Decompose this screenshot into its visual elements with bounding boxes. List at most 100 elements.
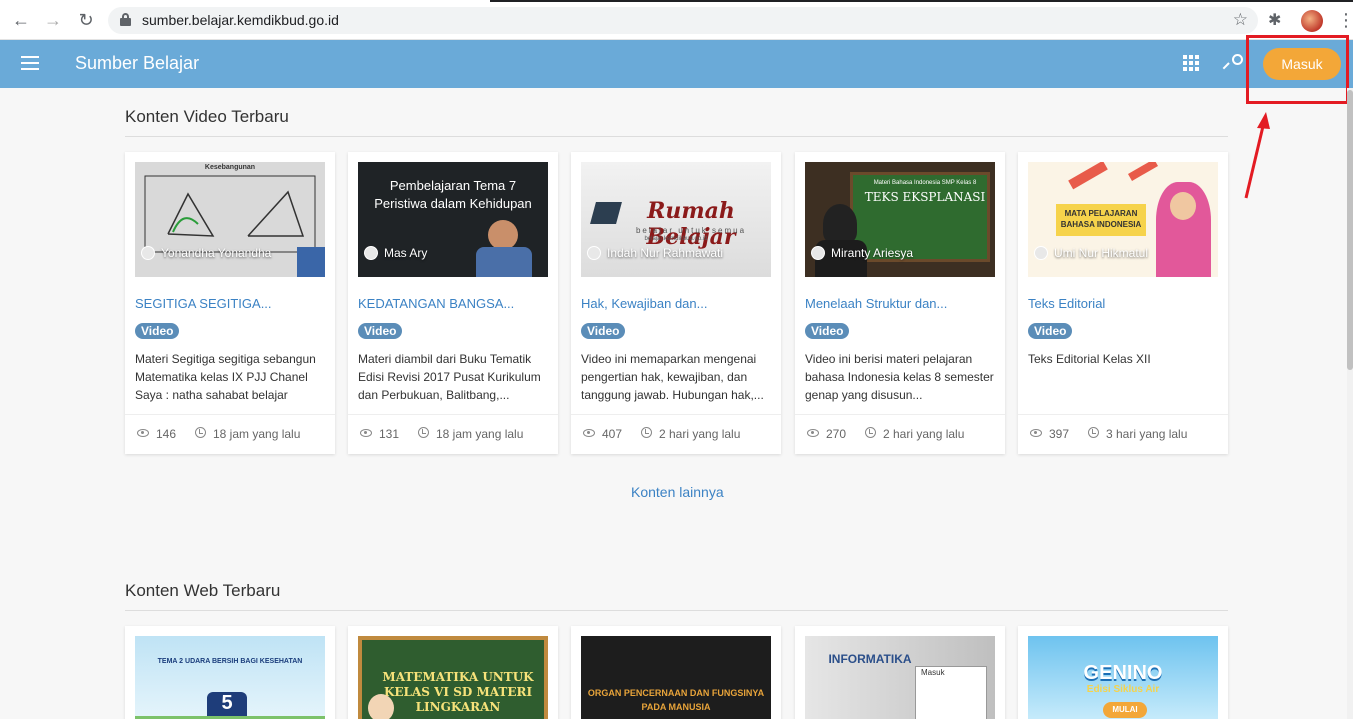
thumb-start-button: MULAI: [1103, 702, 1147, 718]
thumb-number: 5: [221, 692, 233, 714]
view-count: 407: [602, 427, 623, 441]
scrollbar-thumb[interactable]: [1347, 90, 1353, 370]
web-card[interactable]: INFORMATIKA Masuk: [795, 626, 1005, 719]
video-card[interactable]: Materi Bahasa Indonesia SMP Kelas 8 TEKS…: [795, 152, 1005, 454]
author-avatar: [811, 246, 825, 260]
content-type-badge: Video: [805, 323, 850, 339]
site-brand[interactable]: Sumber Belajar: [75, 53, 199, 74]
web-card[interactable]: GENINO Edisi Siklus Air MULAI: [1018, 626, 1228, 719]
extensions-icon[interactable]: ✱: [1268, 10, 1281, 30]
lock-icon[interactable]: [120, 13, 131, 26]
annotation-arrow: [1244, 112, 1270, 199]
video-card[interactable]: Rumah Belajar belajar untuk semua belaja…: [571, 152, 781, 454]
web-card[interactable]: ORGAN PENCERNAAN DAN FUNGSINYA PADA MANU…: [571, 626, 781, 719]
clock-icon: [195, 427, 206, 438]
profile-avatar[interactable]: [1301, 10, 1323, 32]
video-thumbnail[interactable]: Pembelajaran Tema 7 Peristiwa dalam Kehi…: [358, 162, 548, 277]
reload-icon[interactable]: ↻: [76, 10, 96, 30]
web-thumbnail[interactable]: TEMA 2 UDARA BERSIH BAGI KESEHATAN 5: [135, 636, 325, 719]
eye-icon: [807, 429, 819, 437]
thumb-subheading: belajar untuk semua: [635, 226, 747, 235]
thumb-heading: Pembelajaran Tema 7 Peristiwa dalam Kehi…: [374, 178, 532, 211]
eye-icon: [137, 429, 149, 437]
video-description: Video ini memaparkan mengenai pengertian…: [581, 352, 764, 402]
content-type-badge: Video: [1028, 323, 1073, 339]
video-thumbnail[interactable]: Rumah Belajar belajar untuk semua belaja…: [581, 162, 771, 277]
video-description: Video ini berisi materi pelajaran bahasa…: [805, 352, 994, 402]
video-title[interactable]: Teks Editorial: [1028, 296, 1105, 311]
browser-menu-icon[interactable]: ⋮: [1337, 8, 1353, 32]
author-avatar: [141, 246, 155, 260]
author-avatar: [1034, 246, 1048, 260]
card-footer: 407 2 hari yang lalu: [571, 414, 781, 454]
video-card[interactable]: Pembelajaran Tema 7 Peristiwa dalam Kehi…: [348, 152, 558, 454]
web-thumbnail[interactable]: GENINO Edisi Siklus Air MULAI: [1028, 636, 1218, 719]
search-icon[interactable]: [1222, 54, 1243, 72]
video-card[interactable]: Kesebangunan Yonandha Yonandha SEGITIGA …: [125, 152, 335, 454]
video-thumbnail[interactable]: Kesebangunan Yonandha Yonandha: [135, 162, 325, 277]
view-count: 131: [379, 427, 400, 441]
section-divider: [125, 136, 1228, 137]
clock-icon: [418, 427, 429, 438]
author-avatar: [364, 246, 378, 260]
author-avatar: [587, 246, 601, 260]
content-type-badge: Video: [358, 323, 403, 339]
thumb-heading: MATA PELAJARAN BAHASA INDONESIA: [1060, 209, 1142, 229]
video-section-title: Konten Video Terbaru: [125, 107, 289, 126]
card-footer: 146 18 jam yang lalu: [125, 414, 335, 454]
bookmark-star-icon[interactable]: ☆: [1233, 10, 1248, 30]
web-card[interactable]: MATEMATIKA UNTUK KELAS VI SD MATERI LING…: [348, 626, 558, 719]
video-title[interactable]: SEGITIGA SEGITIGA...: [135, 296, 272, 311]
clock-icon: [1088, 427, 1099, 438]
url-text[interactable]: sumber.belajar.kemdikbud.go.id: [142, 12, 339, 28]
posted-time: 3 hari yang lalu: [1106, 427, 1188, 441]
thumb-heading: Kesebangunan: [204, 164, 256, 171]
forward-icon[interactable]: →: [43, 10, 63, 30]
web-card[interactable]: TEMA 2 UDARA BERSIH BAGI KESEHATAN 5: [125, 626, 335, 719]
app-header: Sumber Belajar Masuk: [0, 40, 1353, 88]
annotation-highlight-box: [1246, 35, 1349, 104]
posted-time: 2 hari yang lalu: [659, 427, 741, 441]
browser-toolbar: ← → ↻ sumber.belajar.kemdikbud.go.id ☆ ✱…: [0, 0, 1353, 40]
apps-grid-icon[interactable]: [1183, 55, 1199, 71]
more-content-link[interactable]: Konten lainnya: [631, 484, 724, 500]
posted-time: 18 jam yang lalu: [213, 427, 301, 441]
video-author: Yonandha Yonandha: [135, 246, 325, 260]
thumb-heading: TEKS EKSPLANASI: [864, 190, 986, 204]
posted-time: 2 hari yang lalu: [883, 427, 965, 441]
video-author: Umi Nur Hikmatul: [1028, 246, 1218, 260]
page-scrollbar[interactable]: [1347, 88, 1353, 719]
back-icon[interactable]: ←: [11, 10, 31, 30]
card-footer: 397 3 hari yang lalu: [1018, 414, 1228, 454]
video-author: Mas Ary: [358, 246, 548, 260]
thumb-subheading: Materi Bahasa Indonesia SMP Kelas 8: [873, 180, 977, 186]
address-bar[interactable]: sumber.belajar.kemdikbud.go.id ☆: [108, 7, 1258, 34]
view-count: 270: [826, 427, 847, 441]
content-type-badge: Video: [581, 323, 626, 339]
web-thumbnail[interactable]: MATEMATIKA UNTUK KELAS VI SD MATERI LING…: [358, 636, 548, 719]
thumb-heading: GENINO: [1083, 662, 1163, 684]
hamburger-menu-icon[interactable]: [21, 56, 39, 70]
eye-icon: [583, 429, 595, 437]
web-thumbnail[interactable]: ORGAN PENCERNAAN DAN FUNGSINYA PADA MANU…: [581, 636, 771, 719]
video-thumbnail[interactable]: MATA PELAJARAN BAHASA INDONESIA Umi Nur …: [1028, 162, 1218, 277]
eye-icon: [1030, 429, 1042, 437]
video-title[interactable]: KEDATANGAN BANGSA...: [358, 296, 514, 311]
card-footer: 131 18 jam yang lalu: [348, 414, 558, 454]
video-description: Materi diambil dari Buku Tematik Edisi R…: [358, 352, 541, 402]
video-description: Materi Segitiga segitiga sebangun Matema…: [135, 352, 316, 402]
video-author: Indah Nur Rahmawati: [581, 246, 771, 260]
eye-icon: [360, 429, 372, 437]
video-thumbnail[interactable]: Materi Bahasa Indonesia SMP Kelas 8 TEKS…: [805, 162, 995, 277]
video-title[interactable]: Hak, Kewajiban dan...: [581, 296, 707, 311]
card-footer: 270 2 hari yang lalu: [795, 414, 1005, 454]
thumb-subheading: Edisi Siklus Air: [1086, 684, 1160, 695]
web-thumbnail[interactable]: INFORMATIKA Masuk: [805, 636, 995, 719]
video-card[interactable]: MATA PELAJARAN BAHASA INDONESIA Umi Nur …: [1018, 152, 1228, 454]
section-divider: [125, 610, 1228, 611]
content-type-badge: Video: [135, 323, 180, 339]
web-section-title: Konten Web Terbaru: [125, 581, 281, 600]
posted-time: 18 jam yang lalu: [436, 427, 524, 441]
video-title[interactable]: Menelaah Struktur dan...: [805, 296, 947, 311]
clock-icon: [865, 427, 876, 438]
